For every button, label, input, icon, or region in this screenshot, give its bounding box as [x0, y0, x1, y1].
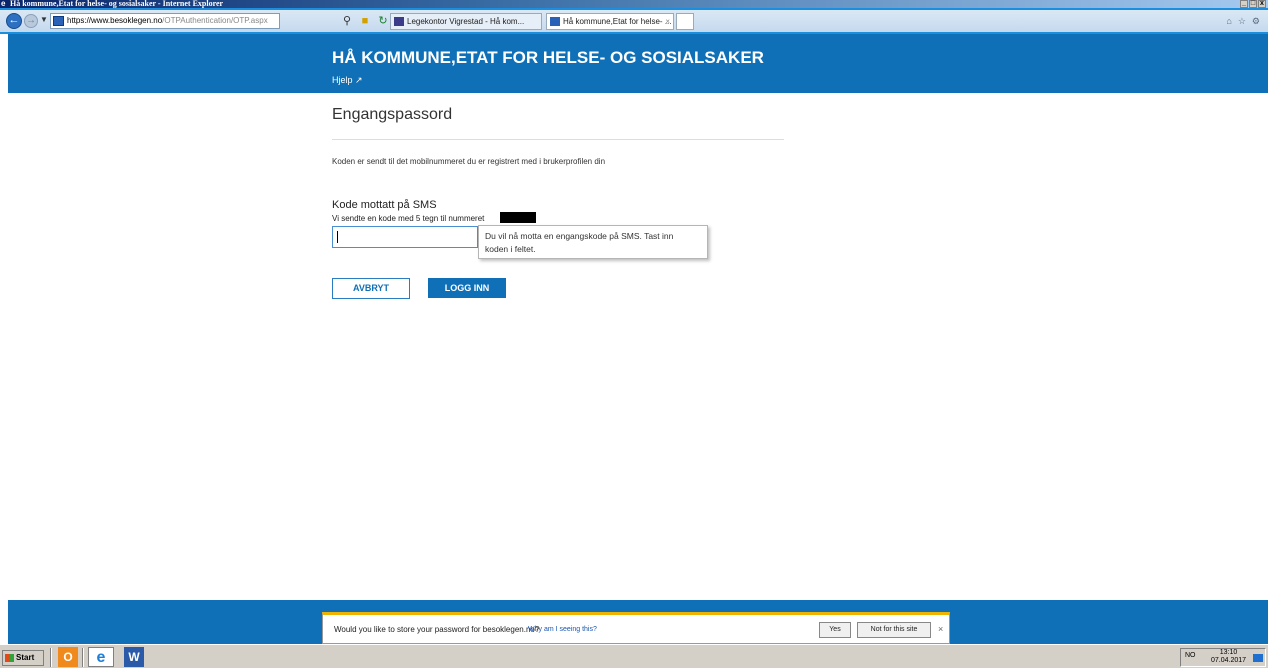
- tab-favicon-icon: [394, 17, 404, 26]
- maximize-button[interactable]: □: [1249, 0, 1257, 8]
- input-tooltip: Du vil nå motta en engangskode på SMS. T…: [478, 225, 708, 259]
- page-title: Engangspassord: [332, 106, 453, 123]
- info-text: Koden er sendt til det mobilnummeret du …: [332, 157, 606, 166]
- outlook-icon[interactable]: O: [58, 647, 78, 667]
- window-title: Hå kommune,Etat for helse- og sosialsake…: [10, 0, 224, 8]
- tab-label: Hå kommune,Etat for helse- ...: [563, 17, 672, 26]
- tab-favicon-icon: [550, 17, 560, 26]
- favorites-star-icon[interactable]: ☆: [1238, 16, 1246, 27]
- save-password-bar: Would you like to store your password fo…: [322, 612, 950, 644]
- start-label: Start: [16, 653, 35, 662]
- word-icon[interactable]: W: [124, 647, 144, 667]
- new-tab-button[interactable]: [676, 13, 694, 30]
- clock[interactable]: 13:10 07.04.2017: [1211, 649, 1246, 665]
- site-favicon-icon: [53, 16, 64, 26]
- sms-code-input[interactable]: [332, 226, 478, 248]
- lock-icon[interactable]: ■: [358, 14, 372, 28]
- browser-toolbar: ← → ▼ https://www.besoklegen.no/OTPAuthe…: [0, 8, 1268, 34]
- tooltip-line-1: Du vil nå motta en engangskode på SMS. T…: [485, 231, 674, 241]
- page-header: HÅ KOMMUNE,ETAT FOR HELSE- OG SOSIALSAKE…: [8, 34, 1268, 93]
- action-center-icon[interactable]: [1253, 654, 1263, 662]
- cancel-button[interactable]: AVBRYT: [332, 278, 410, 299]
- save-password-yes-button[interactable]: Yes: [819, 622, 851, 638]
- window-titlebar: e Hå kommune,Etat for helse- og sosialsa…: [0, 0, 1268, 8]
- text-cursor: [337, 231, 338, 243]
- start-button[interactable]: Start: [2, 650, 44, 666]
- clock-time: 13:10: [1219, 649, 1238, 656]
- window-controls: _ □ x: [1240, 0, 1266, 8]
- address-bar[interactable]: https://www.besoklegen.no/OTPAuthenticat…: [50, 13, 280, 29]
- code-field-label: Kode mottatt på SMS: [332, 199, 437, 211]
- close-bar-icon[interactable]: ×: [938, 624, 943, 634]
- tab-label: Legekontor Vigrestad - Hå kom...: [407, 17, 525, 26]
- divider: [332, 139, 784, 140]
- taskbar: Start O e W NO 13:10 07.04.2017: [0, 644, 1268, 668]
- home-icon[interactable]: ⌂: [1226, 16, 1231, 27]
- address-tools: ⚲ ■ ↻: [340, 13, 390, 29]
- address-host: https://www.besoklegen.no: [67, 16, 163, 25]
- redacted-phone-number: [500, 212, 536, 223]
- settings-gear-icon[interactable]: ⚙: [1252, 16, 1260, 27]
- taskbar-separator: [50, 648, 52, 667]
- save-password-question: Would you like to store your password fo…: [334, 625, 540, 634]
- tab-ha-kommune[interactable]: Hå kommune,Etat for helse- ... ×: [546, 13, 674, 30]
- language-indicator[interactable]: NO: [1185, 652, 1196, 659]
- tab-legekontor[interactable]: Legekontor Vigrestad - Hå kom...: [390, 13, 542, 30]
- forward-button[interactable]: →: [24, 14, 38, 28]
- clock-date: 07.04.2017: [1211, 657, 1247, 664]
- ie-icon: e: [1, 0, 6, 8]
- why-link[interactable]: Why am I seeing this?: [528, 626, 597, 633]
- browser-toolbar-inner: ← → ▼ https://www.besoklegen.no/OTPAuthe…: [0, 10, 1268, 32]
- minimize-button[interactable]: _: [1240, 0, 1248, 8]
- code-field-description: Vi sendte en kode med 5 tegn til nummere…: [332, 214, 485, 223]
- system-tray: NO 13:10 07.04.2017: [1180, 648, 1266, 667]
- windows-logo-icon: [5, 654, 14, 662]
- search-icon[interactable]: ⚲: [340, 14, 354, 28]
- tooltip-line-2: koden i feltet.: [485, 244, 536, 254]
- help-link[interactable]: Hjelp ↗: [332, 75, 363, 86]
- browser-right-icons: ⌂ ☆ ⚙: [1226, 16, 1260, 27]
- address-path: /OTPAuthentication/OTP.aspx: [162, 16, 268, 25]
- history-dropdown-icon[interactable]: ▼: [40, 15, 48, 24]
- login-button[interactable]: LOGG INN: [428, 278, 506, 298]
- back-button[interactable]: ←: [6, 13, 22, 29]
- internet-explorer-icon[interactable]: e: [88, 647, 114, 667]
- screen: e Hå kommune,Etat for helse- og sosialsa…: [0, 0, 1268, 668]
- close-window-button[interactable]: x: [1258, 0, 1266, 8]
- refresh-icon[interactable]: ↻: [376, 14, 390, 28]
- organization-title: HÅ KOMMUNE,ETAT FOR HELSE- OG SOSIALSAKE…: [332, 48, 764, 67]
- close-tab-icon[interactable]: ×: [665, 14, 670, 29]
- taskbar-separator: [82, 648, 84, 667]
- save-password-no-button[interactable]: Not for this site: [857, 622, 931, 638]
